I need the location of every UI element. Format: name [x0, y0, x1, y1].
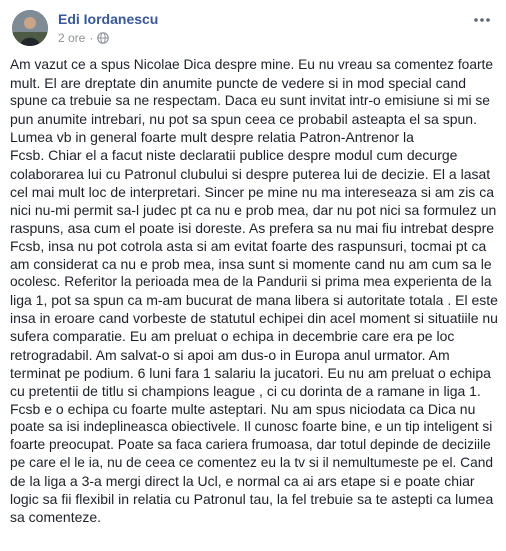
post-meta: 2 ore ·: [58, 31, 110, 45]
globe-icon[interactable]: [97, 32, 110, 44]
post-timestamp[interactable]: 2 ore: [58, 31, 85, 45]
post-text-line: colaborarea lui cu Patronul clubului si …: [10, 165, 491, 182]
post-text-line: terminat pe podium. 6 luni fara 1 salari…: [10, 364, 491, 381]
more-options-button[interactable]: [470, 10, 494, 30]
post-text-line: sa comenteze.: [10, 509, 102, 526]
post-text-line: Fcsb e o echipa cu foarte multe asteptar…: [10, 400, 476, 417]
more-horizontal-icon: [474, 18, 490, 22]
post-text-line: insa in eroare cand vorbeste de statutul…: [10, 310, 498, 327]
post-text-line: pun anumite intrebari, nu pot sa spun ce…: [10, 111, 477, 128]
post-text-line: sufera comparatie. Eu am preluat o echip…: [10, 328, 455, 345]
post-text-line: Am vazut ce a spus Nicolae Dica despre m…: [10, 57, 494, 72]
post-text-line: ocolesc. Referitor la perioada mea de la…: [10, 274, 492, 290]
post-text-line: Lumea vb in general foarte mult despre r…: [10, 129, 414, 146]
post-text-line: nici nu-mi permit sa-l judec pt ca nu e …: [10, 201, 497, 218]
post-text-line: retrogradabil. Am salvat-o si apoi am du…: [10, 346, 450, 363]
post-header: Edi Iordanescu 2 ore ·: [12, 8, 494, 48]
author-name[interactable]: Edi Iordanescu: [58, 11, 158, 27]
meta-separator: ·: [89, 31, 94, 45]
post-text-line: raspuns, asa cum el poate isi doreste. A…: [10, 219, 495, 236]
post-text-line: spune ca trebuie sa ne respectam. Daca e…: [10, 93, 490, 109]
author-avatar[interactable]: [12, 10, 48, 46]
post-text-line: pe care el le ia, nu de ceea ce comentez…: [10, 455, 494, 471]
post-text-line: Fcsb. Chiar el a facut niste declaratii …: [10, 147, 458, 164]
post-text-line: cel mai mult loc de interpretari. Sincer…: [10, 183, 494, 200]
post-text-line: liga 1, pot sa spun ca m-am bucurat de m…: [10, 292, 498, 309]
post-text-line: cu pretentii de titlu si champions leagu…: [10, 382, 481, 399]
post-text-line: foarte preocupat. Poate sa faca cariera …: [10, 436, 491, 452]
post-text-line: de la liga a 3-a mergi direct la Ucl, e …: [10, 473, 475, 490]
post-text-line: poate sa isi indeplineasca obiectivele. …: [10, 418, 493, 434]
post-text-line: Fcsb, insa nu pot cotrola asta si am evi…: [10, 237, 487, 254]
post-text-line: am considerat ca nu e prob mea, insa sun…: [10, 256, 492, 273]
post-text-line: mult. El are dreptate din anumite puncte…: [10, 75, 467, 92]
post-body: Am vazut ce a spus Nicolae Dica despre m…: [10, 56, 498, 526]
avatar-photo: [12, 10, 48, 46]
post-text-line: logic sa fii flexibil in relatia cu Patr…: [10, 491, 494, 508]
